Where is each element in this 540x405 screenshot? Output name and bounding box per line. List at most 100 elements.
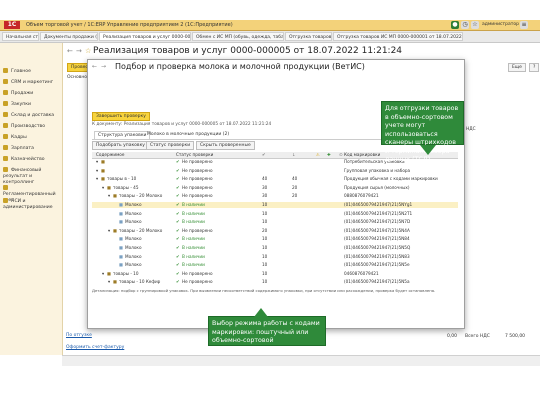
sidebar-item-finance[interactable]: Финансовый результат и контроллинг bbox=[3, 167, 59, 186]
row-qty2: 20 bbox=[292, 184, 298, 190]
invoice-link[interactable]: Оформить счет-фактуру bbox=[66, 345, 124, 350]
expand-arrow-icon[interactable]: ▾ bbox=[96, 176, 98, 182]
row-code: (01)04650079421947(21)5N4A bbox=[344, 227, 410, 233]
finish-check-button[interactable]: Завершить проверку bbox=[92, 112, 150, 121]
status-check-icon: ✔ bbox=[176, 236, 180, 242]
table-row[interactable]: ▾ ■ товары - 45 ✔ Не проверено 30 20 Продукция … bbox=[92, 185, 458, 191]
help-button[interactable]: ? bbox=[529, 63, 540, 72]
status-check-icon: ✔ bbox=[176, 227, 180, 233]
column-ok-icon[interactable]: ✚ bbox=[327, 152, 331, 158]
expand-arrow-icon[interactable]: ▾ bbox=[108, 228, 110, 234]
tab-sale-doc[interactable]: Реализация товаров и услуг 0000-000005 о… bbox=[99, 32, 191, 41]
table-row[interactable]: ■ Молоко ✔ В наличии 10 (01)04650079421947(21… bbox=[92, 262, 458, 268]
row-code: (01)04650079421947(21)5N7D bbox=[344, 219, 411, 225]
tab-shipment[interactable]: Отгрузка товаров ИС МП bbox=[285, 32, 332, 41]
table-row[interactable]: ▾ ■ ✔ Не проверено Групповая упаковка и набо… bbox=[92, 168, 458, 174]
status-check-icon: ✔ bbox=[176, 184, 180, 190]
table-row[interactable]: ▾ ■ товары - 10 ✔ Не проверено 10 046087607942… bbox=[92, 271, 458, 277]
sidebar-item-hr[interactable]: Кадры bbox=[3, 134, 27, 141]
forward-arrow-icon[interactable]: → bbox=[76, 47, 82, 55]
status-check-icon: ✔ bbox=[176, 245, 180, 250]
column-arrow-icon[interactable]: ↓ bbox=[292, 152, 296, 158]
column-checked-icon[interactable]: ✔ bbox=[262, 152, 266, 158]
sidebar-item-treasury[interactable]: Казначейство bbox=[3, 156, 45, 163]
table-row[interactable]: ■ Молоко ✔ В наличии 10 (01)04650079421947(21… bbox=[92, 245, 458, 251]
vat-value: 7 500,00 bbox=[505, 334, 526, 339]
column-code[interactable]: Код маркировки bbox=[344, 152, 380, 158]
row-qty: 10 bbox=[262, 245, 268, 250]
open-tabs-bar: Начальная страница Документы продажи (вс… bbox=[0, 31, 540, 43]
menu-icon[interactable]: ≡ bbox=[520, 21, 528, 29]
table-row[interactable]: ▾ ■ товары - 20 Молоко ✔ Не проверено 20 (01)0… bbox=[92, 228, 458, 234]
sidebar-item-crm[interactable]: CRM и маркетинг bbox=[3, 79, 53, 86]
row-status: В наличии bbox=[182, 219, 205, 225]
table-row[interactable]: ▾ ■ товары - 10 Кефир ✔ Не проверено 10 (01)04… bbox=[92, 279, 458, 285]
notification-icon[interactable]: ● bbox=[451, 21, 459, 29]
sidebar-item-warehouse[interactable]: Склад и доставка bbox=[3, 112, 54, 119]
column-status[interactable]: Статус проверки bbox=[176, 152, 213, 158]
back-arrow-icon[interactable]: ← bbox=[67, 47, 73, 55]
document-title: Реализация товаров и услуг 0000-000005 о… bbox=[93, 46, 403, 56]
table-row[interactable]: ▾ ■ товары - 20 Молоко ✔ Не проверено 30 20 088… bbox=[92, 193, 458, 199]
hide-checked-button[interactable]: Скрыть проверенные bbox=[196, 141, 255, 150]
expand-arrow-icon[interactable]: ▾ bbox=[102, 271, 104, 277]
expand-arrow-icon[interactable]: ▾ bbox=[96, 168, 98, 174]
app-logo: 1С bbox=[4, 21, 20, 29]
table-row[interactable]: ▾ ■ товары в - 10 ✔ Не проверено 40 40 Продукци… bbox=[92, 176, 458, 182]
sales-icon bbox=[3, 90, 8, 95]
row-code: 0880876079421 bbox=[344, 193, 379, 199]
table-row[interactable]: ■ Молоко ✔ В наличии 10 (01)04650079421947(21… bbox=[92, 211, 458, 217]
sidebar: Главное CRM и маркетинг Продажи Закупки … bbox=[0, 43, 63, 355]
tab-sales-docs[interactable]: Документы продажи (все) bbox=[40, 32, 98, 41]
reg-icon bbox=[3, 185, 8, 190]
back-arrow-icon[interactable]: ← bbox=[92, 63, 97, 70]
status-check-icon: ✔ bbox=[176, 210, 180, 216]
tab-exchange[interactable]: Обмен с ИС МП (обувь, одежда, табак...) bbox=[192, 32, 284, 41]
sidebar-item-sales[interactable]: Продажи bbox=[3, 90, 33, 97]
row-content: Молоко bbox=[125, 219, 142, 225]
expand-arrow-icon[interactable]: ▾ bbox=[108, 193, 110, 199]
status-bar bbox=[62, 355, 540, 366]
tab-home[interactable]: Начальная страница bbox=[2, 32, 39, 41]
sidebar-item-salary[interactable]: Зарплата bbox=[3, 145, 34, 152]
row-status: Не проверено bbox=[182, 279, 213, 285]
sidebar-item-purchases[interactable]: Закупки bbox=[3, 101, 31, 108]
check-status-button[interactable]: Статус проверки bbox=[146, 141, 195, 150]
subtab-package[interactable]: Структура упаковки bbox=[94, 131, 151, 139]
star-icon[interactable]: ☆ bbox=[471, 21, 479, 29]
row-status: Не проверено bbox=[182, 184, 213, 190]
status-check-icon: ✔ bbox=[176, 159, 180, 164]
sidebar-item-production[interactable]: Производство bbox=[3, 123, 45, 130]
pick-package-button[interactable]: Подобрать упаковку bbox=[92, 141, 149, 150]
item-icon: ■ bbox=[119, 236, 123, 242]
table-row[interactable]: ■ Молоко ✔ В наличии 10 (01)04650079421947(21… bbox=[92, 202, 458, 208]
document-reference[interactable]: К документу: Реализация товаров и услуг … bbox=[92, 122, 271, 127]
history-icon[interactable]: ◷ bbox=[461, 21, 469, 29]
expand-arrow-icon[interactable]: ▾ bbox=[102, 185, 104, 191]
subtab-milk[interactable]: Молоко в молочные продукции (2) bbox=[144, 131, 232, 138]
status-check-icon: ✔ bbox=[176, 270, 180, 276]
table-row[interactable]: ■ Молоко ✔ В наличии 10 (01)04650079421947(21… bbox=[92, 219, 458, 225]
row-status: В наличии bbox=[182, 236, 205, 242]
sidebar-item-admin[interactable]: НСИ и администрирование bbox=[3, 198, 59, 211]
callout-scanner: Для отгрузки товаров в объемно-сортовом … bbox=[381, 101, 464, 163]
column-link-icon[interactable]: ⊙ bbox=[339, 152, 343, 158]
table-row[interactable]: ■ Молоко ✔ В наличии 10 (01)04650079421947(21… bbox=[92, 236, 458, 242]
expand-arrow-icon[interactable]: ▾ bbox=[108, 279, 110, 285]
user-name[interactable]: администратор bbox=[482, 21, 519, 29]
favorite-star-icon[interactable]: ☆ bbox=[85, 47, 91, 55]
expand-arrow-icon[interactable]: ▾ bbox=[96, 159, 98, 165]
column-warning-icon[interactable]: ⚠ bbox=[316, 152, 320, 158]
row-content: товары - 10 bbox=[113, 270, 139, 276]
shipment-link[interactable]: По отгузке bbox=[66, 333, 92, 338]
row-status: Не проверено bbox=[182, 159, 213, 164]
column-content[interactable]: Содержимое bbox=[96, 152, 124, 158]
sidebar-item-main[interactable]: Главное bbox=[3, 68, 31, 75]
table-row[interactable]: ■ Молоко ✔ В наличии 10 (01)04650079421947(21… bbox=[92, 254, 458, 260]
tab-shipment-doc[interactable]: Отгрузка товаров ИС МП 0000-000001 от 18… bbox=[333, 32, 463, 41]
row-code: (01)04650079421947(21)5N2T1 bbox=[344, 210, 413, 216]
row-content: Молоко bbox=[125, 245, 142, 250]
row-status: В наличии bbox=[182, 202, 205, 207]
more-button[interactable]: Еще bbox=[508, 63, 526, 72]
forward-arrow-icon[interactable]: → bbox=[101, 63, 106, 70]
